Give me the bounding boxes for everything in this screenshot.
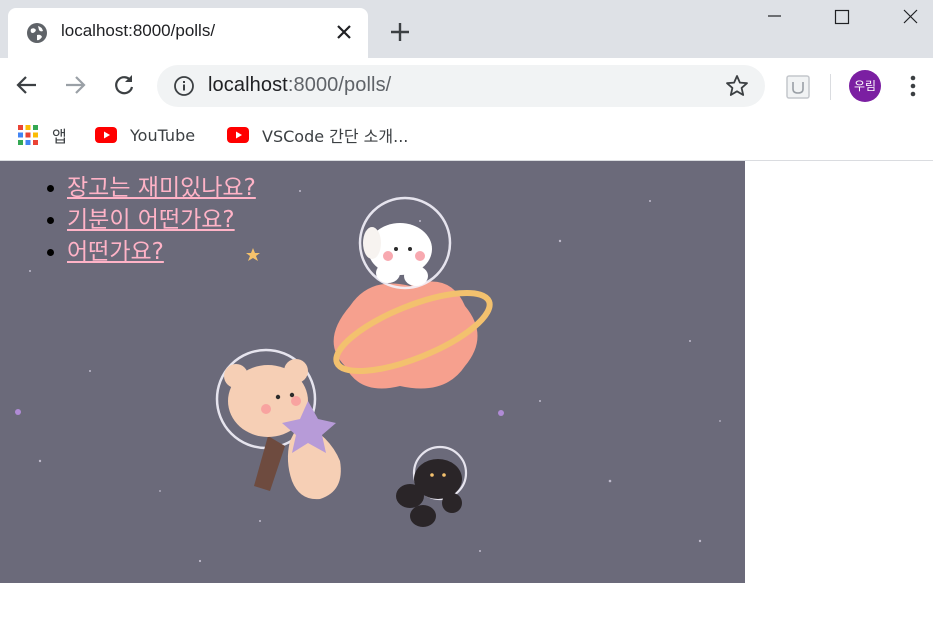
toolbar: localhost:8000/polls/ 우림 bbox=[0, 58, 933, 114]
back-arrow-icon[interactable] bbox=[14, 72, 40, 98]
bookmark-label: 앱 bbox=[52, 127, 67, 146]
browser-tab[interactable]: localhost:8000/polls/ bbox=[8, 8, 368, 58]
maximize-icon[interactable] bbox=[817, 0, 867, 34]
window-close-icon[interactable] bbox=[884, 0, 933, 34]
apps-grid-icon bbox=[18, 125, 38, 145]
minimize-icon[interactable] bbox=[750, 0, 800, 34]
new-tab-icon[interactable] bbox=[388, 20, 412, 44]
bookmarks-bar: 앱 YouTube VSCode 간단 소개... bbox=[0, 114, 933, 161]
youtube-icon bbox=[227, 127, 249, 143]
forward-arrow-icon[interactable] bbox=[62, 72, 88, 98]
info-icon[interactable] bbox=[173, 75, 195, 97]
extension-icon[interactable] bbox=[785, 74, 811, 100]
poll-link[interactable]: 장고는 재미있나요? bbox=[67, 175, 256, 201]
poll-link[interactable]: 어떤가요? bbox=[67, 239, 164, 265]
list-item: 장고는 재미있나요? bbox=[67, 172, 256, 204]
bookmark-label: VSCode 간단 소개... bbox=[262, 127, 409, 146]
globe-icon bbox=[27, 23, 47, 43]
poll-link[interactable]: 기분이 어떤가요? bbox=[67, 207, 235, 233]
bookmark-star-icon[interactable] bbox=[724, 73, 750, 99]
bookmark-apps[interactable]: 앱 bbox=[17, 123, 67, 147]
tab-strip: localhost:8000/polls/ bbox=[0, 0, 933, 58]
tab-title: localhost:8000/polls/ bbox=[61, 21, 216, 40]
bookmark-youtube[interactable]: YouTube bbox=[95, 123, 195, 147]
url-host: localhost bbox=[208, 74, 288, 96]
poll-list: 장고는 재미있나요? 기분이 어떤가요? 어떤가요? bbox=[27, 172, 256, 268]
reload-icon[interactable] bbox=[111, 72, 137, 98]
bookmark-vscode[interactable]: VSCode 간단 소개... bbox=[227, 123, 408, 147]
address-bar[interactable]: localhost:8000/polls/ bbox=[157, 65, 765, 107]
more-menu-icon[interactable] bbox=[903, 74, 923, 98]
youtube-icon bbox=[95, 127, 117, 143]
profile-avatar[interactable]: 우림 bbox=[849, 70, 881, 102]
url-path: :8000/polls/ bbox=[287, 74, 392, 96]
url-text[interactable]: localhost:8000/polls/ bbox=[208, 74, 391, 97]
list-item: 어떤가요? bbox=[67, 236, 256, 268]
bookmark-label: YouTube bbox=[130, 125, 196, 145]
toolbar-divider bbox=[830, 74, 831, 100]
list-item: 기분이 어떤가요? bbox=[67, 204, 256, 236]
close-tab-icon[interactable] bbox=[333, 21, 355, 43]
page-content: 장고는 재미있나요? 기분이 어떤가요? 어떤가요? bbox=[0, 161, 933, 633]
